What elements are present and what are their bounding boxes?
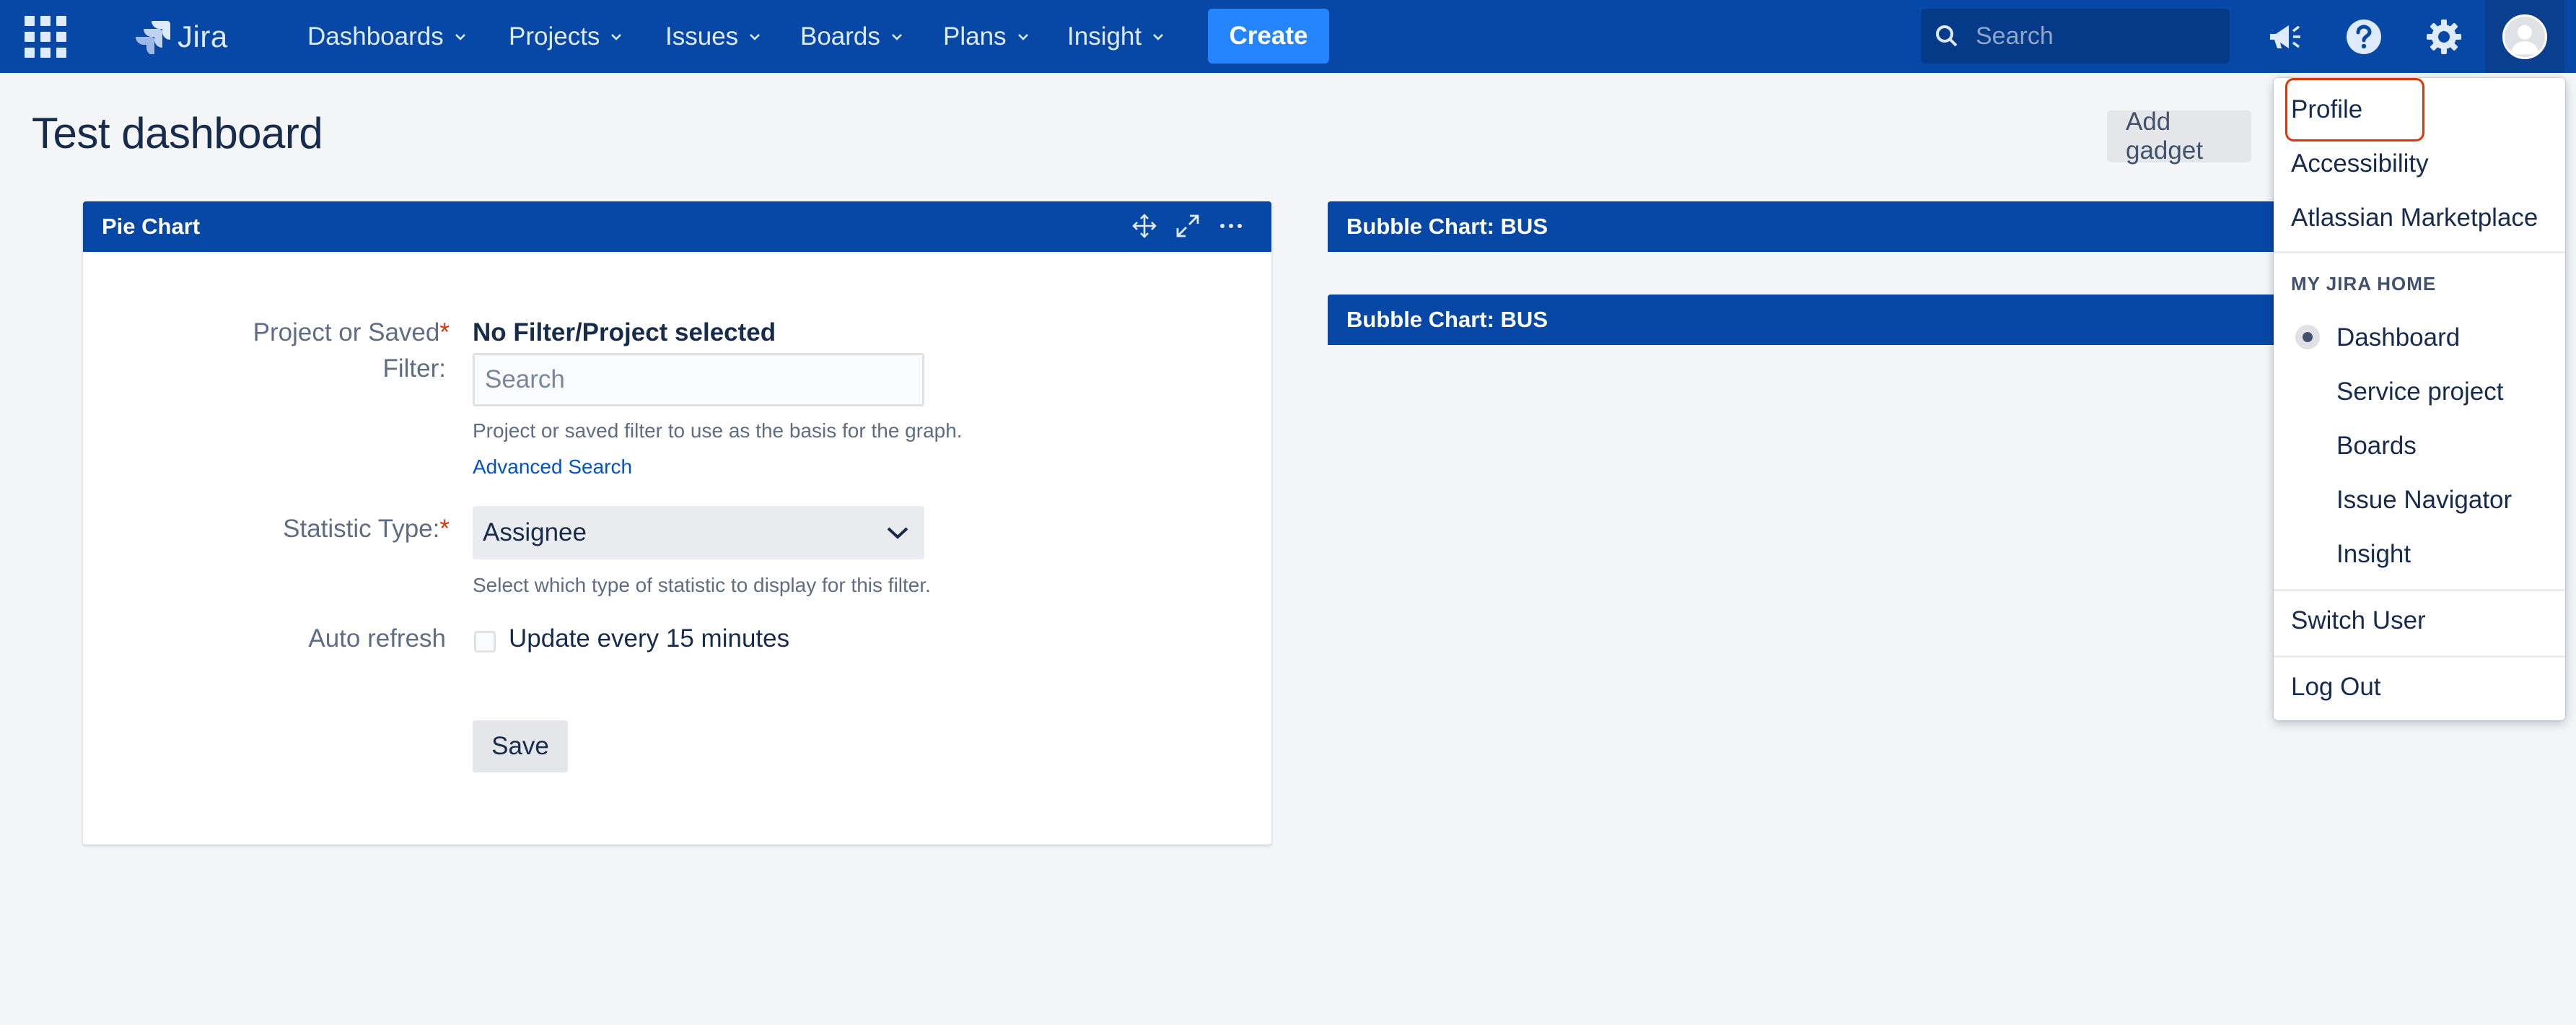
bubble-chart-gadget-header: Bubble Chart: BUS (1328, 295, 2280, 345)
search-icon (1936, 25, 1958, 47)
jira-logo[interactable]: Jira (133, 17, 228, 56)
add-gadget-button[interactable]: Add gadget (2107, 108, 2251, 165)
statistic-help-text: Select which type of statistic to displa… (473, 574, 931, 596)
menu-heading-my-jira-home: MY JIRA HOME (2291, 273, 2437, 295)
global-search[interactable] (1921, 9, 2230, 64)
chevron-down-icon (887, 527, 908, 539)
advanced-search-link[interactable]: Advanced Search (473, 455, 632, 479)
bubble-chart-gadget-header: Bubble Chart: BUS (1328, 201, 2280, 252)
profile-dropdown-menu: Profile Accessibility Atlassian Marketpl… (2274, 78, 2565, 720)
notifications-megaphone-icon[interactable] (2259, 12, 2310, 62)
menu-item-home-service-project[interactable]: Service project (2336, 378, 2503, 406)
menu-divider (2274, 655, 2565, 658)
search-input[interactable] (1976, 22, 2214, 51)
create-button[interactable]: Create (1208, 9, 1329, 64)
gadget-header: Pie Chart (83, 201, 1271, 252)
more-options-icon[interactable] (1217, 211, 1245, 240)
menu-item-switch-user[interactable]: Switch User (2291, 606, 2426, 635)
gadget-tools (1130, 211, 1245, 240)
nav-boards-label: Boards (800, 22, 880, 51)
menu-item-home-boards[interactable]: Boards (2336, 432, 2417, 461)
menu-item-profile[interactable]: Profile (2291, 95, 2362, 124)
nav-dashboards-label: Dashboards (307, 22, 444, 51)
avatar (2502, 14, 2547, 59)
chevron-down-icon (611, 34, 622, 40)
nav-plans-label: Plans (943, 22, 1007, 51)
maximize-icon[interactable] (1173, 211, 1202, 240)
menu-item-log-out[interactable]: Log Out (2291, 673, 2381, 702)
chevron-down-icon (1017, 34, 1028, 40)
auto-refresh-checkbox[interactable] (474, 631, 496, 653)
filter-selected-value: No Filter/Project selected (473, 318, 776, 346)
required-mark: * (439, 318, 450, 346)
jira-logo-text: Jira (178, 19, 228, 53)
user-avatar-icon (2510, 25, 2539, 54)
menu-item-home-insight[interactable]: Insight (2336, 540, 2411, 569)
app-switcher-icon[interactable] (23, 14, 68, 59)
chevron-down-icon (1153, 34, 1164, 40)
nav-projects[interactable]: Projects (509, 17, 623, 56)
top-navigation: Jira Dashboards Projects Issues Boards P… (0, 0, 2576, 73)
page-title: Test dashboard (32, 109, 323, 157)
nav-insight-label: Insight (1067, 22, 1142, 51)
filter-help-text: Project or saved filter to use as the ba… (473, 419, 963, 442)
filter-search-input[interactable] (473, 353, 924, 406)
jira-logo-icon (136, 21, 170, 54)
selected-radio-icon (2295, 325, 2320, 349)
nav-issues-label: Issues (665, 22, 739, 51)
nav-projects-label: Projects (509, 22, 600, 51)
save-button[interactable]: Save (473, 720, 568, 772)
profile-avatar-button[interactable] (2485, 0, 2564, 73)
menu-item-home-issue-navigator[interactable]: Issue Navigator (2336, 486, 2512, 515)
nav-insight[interactable]: Insight (1067, 17, 1165, 56)
statistic-type-label: Statistic Type:* (112, 515, 450, 544)
menu-divider (2274, 251, 2565, 253)
menu-item-atlassian-marketplace[interactable]: Atlassian Marketplace (2291, 204, 2538, 232)
nav-dashboards[interactable]: Dashboards (307, 17, 467, 56)
statistic-type-value: Assignee (483, 518, 587, 546)
filter-label: Project or Saved* (112, 318, 450, 347)
nav-plans[interactable]: Plans (943, 17, 1030, 56)
auto-refresh-label: Auto refresh (308, 624, 446, 653)
statistic-type-label-text: Statistic Type: (283, 515, 440, 543)
required-mark: * (439, 515, 450, 543)
menu-item-home-dashboard[interactable]: Dashboard (2336, 323, 2460, 352)
settings-gear-icon[interactable] (2419, 12, 2469, 62)
statistic-type-select[interactable]: Assignee (473, 506, 924, 559)
help-icon[interactable] (2339, 12, 2389, 62)
menu-item-accessibility[interactable]: Accessibility (2291, 149, 2429, 178)
menu-divider (2274, 589, 2565, 591)
bubble-chart-title: Bubble Chart: BUS (1346, 214, 1548, 239)
nav-issues[interactable]: Issues (665, 17, 761, 56)
chevron-down-icon (750, 34, 761, 40)
filter-label-line2: Filter: (382, 354, 447, 383)
chevron-down-icon (891, 34, 902, 40)
gadget-title: Pie Chart (102, 214, 201, 239)
pie-chart-gadget: Pie Chart Project or Saved* Filter: No F… (83, 201, 1271, 845)
bubble-chart-title: Bubble Chart: BUS (1346, 307, 1548, 332)
nav-boards[interactable]: Boards (800, 17, 903, 56)
chevron-down-icon (455, 34, 465, 40)
auto-refresh-checkbox-label[interactable]: Update every 15 minutes (509, 624, 789, 653)
filter-label-line1: Project or Saved (253, 318, 440, 346)
move-icon[interactable] (1130, 211, 1159, 240)
